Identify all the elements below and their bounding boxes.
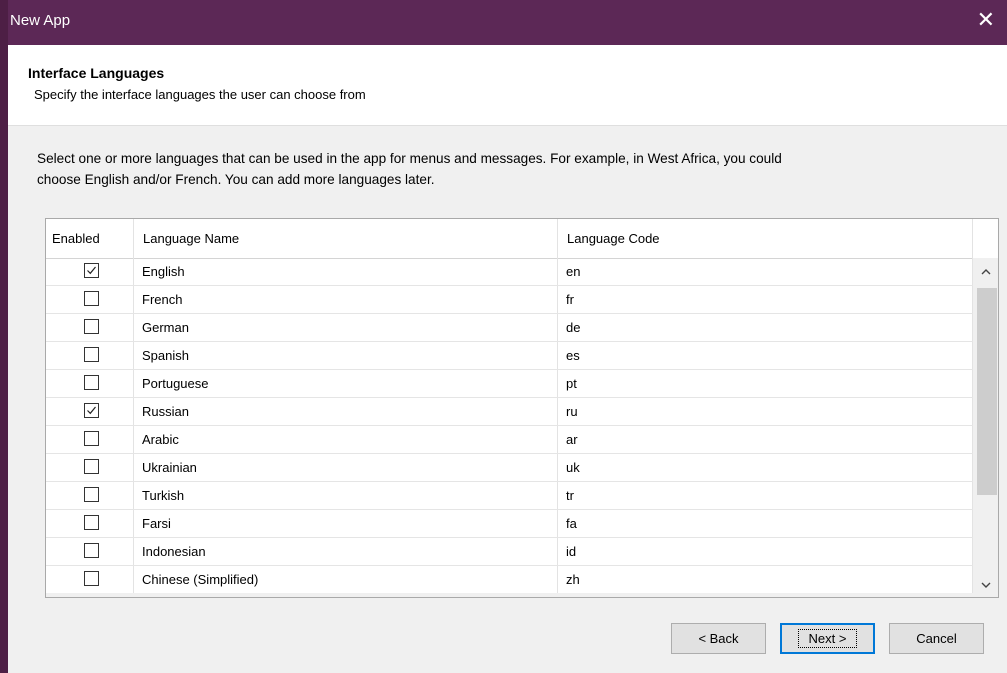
checkmark-icon <box>87 266 96 275</box>
table-row[interactable]: Turkish tr <box>46 482 973 510</box>
page-subtitle: Specify the interface languages the user… <box>34 87 366 102</box>
enabled-cell <box>46 398 134 425</box>
language-name-cell[interactable]: Ukrainian <box>134 454 558 481</box>
language-code-cell[interactable]: tr <box>558 482 973 509</box>
enabled-cell <box>46 426 134 453</box>
language-code-cell[interactable]: ru <box>558 398 973 425</box>
enabled-cell <box>46 258 134 285</box>
enabled-cell <box>46 454 134 481</box>
column-header-language-name[interactable]: Language Name <box>134 219 558 258</box>
table-row[interactable]: German de <box>46 314 973 342</box>
language-code-cell[interactable]: fr <box>558 286 973 313</box>
checkmark-icon <box>87 406 96 415</box>
enabled-checkbox[interactable] <box>84 263 99 278</box>
next-button[interactable]: Next > <box>780 623 875 654</box>
language-name-cell[interactable]: Indonesian <box>134 538 558 565</box>
table-row[interactable]: Farsi fa <box>46 510 973 538</box>
back-button[interactable]: < Back <box>671 623 766 654</box>
title-bar: New App ✕ <box>8 0 1007 45</box>
language-name-cell[interactable]: Chinese (Simplified) <box>134 566 558 593</box>
language-code-cell[interactable]: uk <box>558 454 973 481</box>
table-row[interactable]: Indonesian id <box>46 538 973 566</box>
language-name-cell[interactable]: Arabic <box>134 426 558 453</box>
grid-rows: English en French fr German de Spanish es Portug… <box>46 258 973 594</box>
vertical-scrollbar[interactable] <box>973 258 998 597</box>
enabled-checkbox[interactable] <box>84 403 99 418</box>
enabled-cell <box>46 370 134 397</box>
language-code-cell[interactable]: ar <box>558 426 973 453</box>
enabled-cell <box>46 538 134 565</box>
table-row[interactable]: Ukrainian uk <box>46 454 973 482</box>
enabled-cell <box>46 342 134 369</box>
grid-header-row: Enabled Language Name Language Code <box>46 219 973 259</box>
language-code-cell[interactable]: pt <box>558 370 973 397</box>
language-code-cell[interactable]: de <box>558 314 973 341</box>
language-name-cell[interactable]: Russian <box>134 398 558 425</box>
language-code-cell[interactable]: fa <box>558 510 973 537</box>
column-header-language-code[interactable]: Language Code <box>558 219 973 258</box>
language-code-cell[interactable]: zh <box>558 566 973 593</box>
cancel-button[interactable]: Cancel <box>889 623 984 654</box>
enabled-checkbox[interactable] <box>84 459 99 474</box>
window-title: New App <box>10 12 71 29</box>
table-row[interactable]: French fr <box>46 286 973 314</box>
enabled-checkbox[interactable] <box>84 319 99 334</box>
next-button-label: Next > <box>797 629 858 648</box>
enabled-checkbox[interactable] <box>84 543 99 558</box>
chevron-down-icon[interactable] <box>973 575 998 597</box>
dialog-window: New App ✕ Interface Languages Specify th… <box>0 0 1007 673</box>
language-name-cell[interactable]: Farsi <box>134 510 558 537</box>
instructions-line-1: Select one or more languages that can be… <box>37 151 782 166</box>
column-header-enabled[interactable]: Enabled <box>46 219 134 258</box>
enabled-cell <box>46 482 134 509</box>
language-code-cell[interactable]: es <box>558 342 973 369</box>
wizard-header: Interface Languages Specify the interfac… <box>8 45 1007 126</box>
horizontal-scroll-strip <box>46 593 973 597</box>
instructions-line-2: choose English and/or French. You can ad… <box>37 172 435 187</box>
enabled-checkbox[interactable] <box>84 571 99 586</box>
enabled-checkbox[interactable] <box>84 347 99 362</box>
table-row[interactable]: English en <box>46 258 973 286</box>
table-row[interactable]: Spanish es <box>46 342 973 370</box>
table-row[interactable]: Portuguese pt <box>46 370 973 398</box>
enabled-checkbox[interactable] <box>84 375 99 390</box>
language-name-cell[interactable]: Turkish <box>134 482 558 509</box>
enabled-cell <box>46 510 134 537</box>
language-code-cell[interactable]: id <box>558 538 973 565</box>
table-row[interactable]: Arabic ar <box>46 426 973 454</box>
language-name-cell[interactable]: French <box>134 286 558 313</box>
enabled-cell <box>46 286 134 313</box>
close-icon[interactable]: ✕ <box>977 8 995 32</box>
enabled-checkbox[interactable] <box>84 515 99 530</box>
chevron-up-icon[interactable] <box>973 260 998 282</box>
table-row[interactable]: Russian ru <box>46 398 973 426</box>
enabled-cell <box>46 566 134 593</box>
instructions-text: Select one or more languages that can be… <box>37 148 977 190</box>
enabled-checkbox[interactable] <box>84 431 99 446</box>
language-name-cell[interactable]: Spanish <box>134 342 558 369</box>
language-code-cell[interactable]: en <box>558 258 973 285</box>
scrollbar-thumb[interactable] <box>977 288 997 495</box>
languages-grid[interactable]: Enabled Language Name Language Code Engl… <box>45 218 999 598</box>
table-row[interactable]: Chinese (Simplified) zh <box>46 566 973 594</box>
enabled-checkbox[interactable] <box>84 487 99 502</box>
page-title: Interface Languages <box>28 65 165 81</box>
language-name-cell[interactable]: English <box>134 258 558 285</box>
enabled-checkbox[interactable] <box>84 291 99 306</box>
language-name-cell[interactable]: German <box>134 314 558 341</box>
enabled-cell <box>46 314 134 341</box>
language-name-cell[interactable]: Portuguese <box>134 370 558 397</box>
